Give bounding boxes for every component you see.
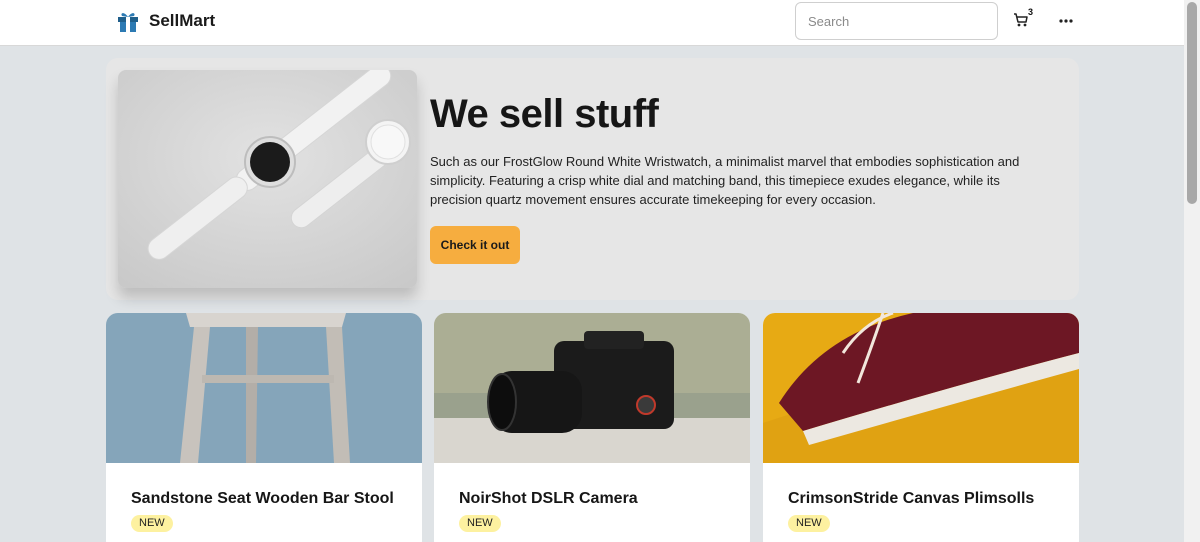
product-card-canvas-plimsolls[interactable]: CrimsonStride Canvas Plimsolls NEW <box>763 313 1079 542</box>
dslr-camera-image <box>434 313 750 463</box>
gift-icon <box>118 13 138 32</box>
scrollbar-thumb[interactable] <box>1187 2 1197 204</box>
brand[interactable]: SellMart <box>117 9 215 33</box>
hero-watch-image <box>118 70 417 288</box>
product-card-dslr-camera[interactable]: NoirShot DSLR Camera NEW <box>434 313 750 542</box>
brand-name: SellMart <box>149 11 216 30</box>
product-title: CrimsonStride Canvas Plimsolls <box>788 490 1035 507</box>
cart-button[interactable]: 3 <box>1013 7 1035 32</box>
product-card-bar-stool[interactable]: Sandstone Seat Wooden Bar Stool NEW <box>106 313 422 542</box>
product-title: NoirShot DSLR Camera <box>459 490 638 507</box>
new-badge: NEW <box>131 515 173 532</box>
canvas-plimsolls-image <box>763 313 1079 463</box>
cart-count-badge: 3 <box>1028 7 1034 17</box>
bar-stool-image <box>106 313 422 463</box>
more-horizontal-icon <box>1059 19 1073 23</box>
hero-banner: We sell stuff Such as our FrostGlow Roun… <box>106 58 1079 300</box>
hero-title: We sell stuff <box>430 92 659 136</box>
more-menu-button[interactable] <box>1056 13 1076 29</box>
hero-description: Such as our FrostGlow Round White Wristw… <box>430 154 1020 207</box>
product-title: Sandstone Seat Wooden Bar Stool <box>131 490 394 507</box>
search-input[interactable] <box>795 2 998 40</box>
top-navbar: SellMart 3 <box>0 0 1184 46</box>
new-badge: NEW <box>459 515 501 532</box>
new-badge: NEW <box>788 515 830 532</box>
check-it-out-button[interactable]: Check it out <box>430 226 520 264</box>
shopping-cart-icon <box>1014 13 1028 27</box>
